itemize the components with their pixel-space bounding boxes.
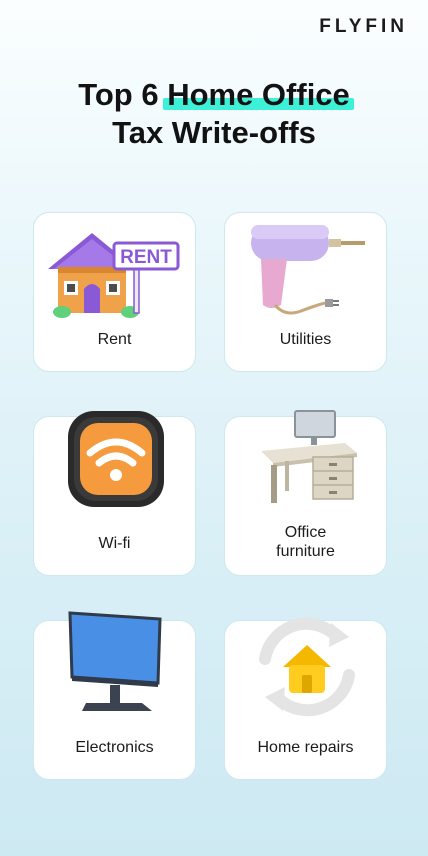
card-rent: RENT Rent — [33, 212, 196, 372]
card-office-furniture: Office furniture — [224, 410, 387, 576]
card-label: Wi-fi — [98, 535, 131, 552]
title-line-2: Tax Write-offs — [112, 115, 316, 150]
card-home-repairs: Home repairs — [224, 617, 387, 780]
page-title: Top 6 Home Office Tax Write-offs — [0, 76, 428, 152]
card-label-line-1: Office — [284, 524, 327, 541]
card-label: Utilities — [279, 331, 332, 348]
card-utilities: Utilities — [224, 212, 387, 372]
wifi-icon — [34, 409, 195, 514]
home-repair-icon — [225, 615, 386, 720]
title-prefix: Top 6 — [78, 77, 168, 112]
card-label: Rent — [97, 331, 132, 348]
title-highlight: Home Office — [163, 77, 354, 112]
card-label: Electronics — [75, 739, 154, 756]
card-label-line-2: furniture — [276, 543, 335, 560]
rent-house-icon: RENT — [34, 219, 195, 324]
rent-sign-text: RENT — [120, 247, 172, 268]
card-label: Home repairs — [257, 739, 354, 756]
card-label: Office furniture — [231, 523, 380, 561]
power-drill-icon — [225, 219, 386, 324]
brand-logo: FLYFIN — [319, 16, 408, 37]
office-desk-icon — [225, 407, 386, 512]
computer-monitor-icon — [34, 607, 195, 712]
card-wifi: Wi-fi — [33, 411, 196, 576]
card-electronics: Electronics — [33, 611, 196, 780]
